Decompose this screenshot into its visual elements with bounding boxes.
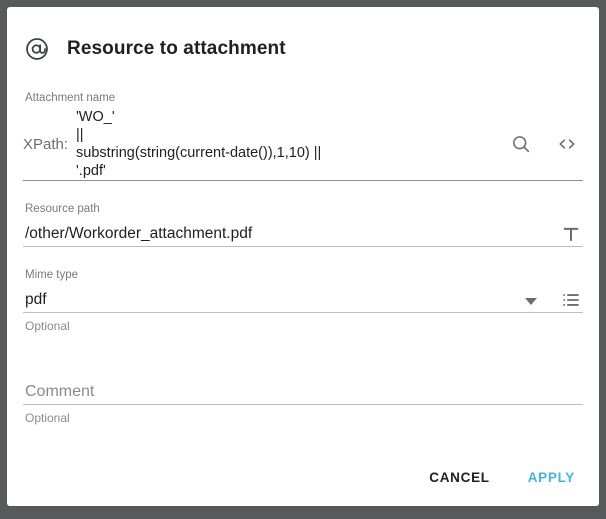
mime-type-row: pdf [23,282,583,312]
comment-helper: Optional [25,411,70,425]
mime-type-field: Mime type pdf Optional [23,268,583,334]
mime-type-underline [23,312,583,313]
dialog-body: Attachment name XPath: 'WO_' || substrin… [7,69,599,426]
mime-type-select[interactable]: pdf [23,288,525,312]
code-icon[interactable] [555,132,579,156]
resource-path-label: Resource path [25,203,100,215]
attachment-name-field: Attachment name XPath: 'WO_' || substrin… [23,91,583,181]
comment-input[interactable]: Comment [23,380,583,404]
dialog-header: Resource to attachment [7,7,599,69]
comment-underline [23,404,583,405]
attachment-name-actions [497,132,583,156]
chevron-down-icon[interactable] [525,298,537,305]
page-title: Resource to attachment [67,38,286,59]
resource-path-underline [23,246,583,247]
resource-path-row: /other/Workorder_attachment.pdf [23,216,583,246]
comment-row: Comment [23,374,583,404]
mime-type-helper: Optional [25,319,70,333]
text-T-icon[interactable] [559,222,583,246]
attachment-name-label: Attachment name [25,92,116,104]
resource-to-attachment-dialog: Resource to attachment Attachment name X… [7,7,599,506]
attachment-name-underline [23,180,583,181]
screen-backdrop: Resource to attachment Attachment name X… [0,0,606,519]
xpath-expression-input[interactable]: 'WO_' || substring(string(current-date()… [74,108,497,180]
list-icon[interactable] [559,288,583,312]
resource-path-field: Resource path /other/Workorder_attachmen… [23,202,583,247]
xpath-label: XPath: [23,135,69,153]
cancel-button[interactable]: CANCEL [427,464,491,491]
comment-field: Comment Optional [23,374,583,426]
at-icon [23,35,51,63]
apply-button[interactable]: APPLY [526,464,577,491]
attachment-name-xpath-row: XPath: 'WO_' || substring(string(current… [23,105,583,180]
resource-path-input[interactable]: /other/Workorder_attachment.pdf [23,222,559,246]
dialog-footer: CANCEL APPLY [7,448,599,506]
search-icon[interactable] [509,132,533,156]
mime-type-label: Mime type [25,269,79,281]
